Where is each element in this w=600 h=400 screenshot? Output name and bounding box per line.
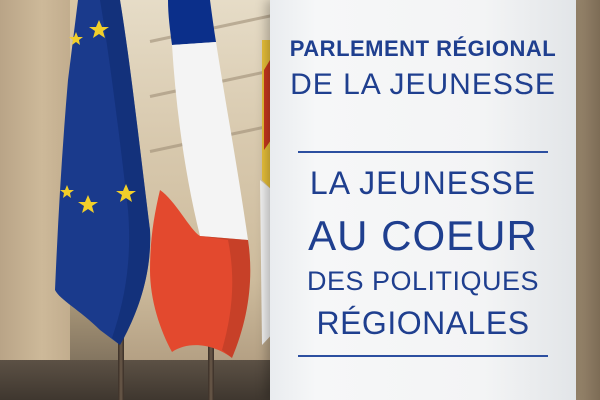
- banner-slogan-line1: LA JEUNESSE: [309, 165, 537, 201]
- france-flag-white: [172, 42, 248, 240]
- france-flag: [150, 0, 251, 358]
- banner-header-line1: PARLEMENT RÉGIONAL: [289, 36, 557, 61]
- banner-divider-bottom: [298, 355, 548, 357]
- banner-slogan-line2: AU COEUR: [308, 212, 538, 259]
- photo-scene: PARLEMENT RÉGIONAL DE LA JEUNESSE LA JEU…: [0, 0, 600, 400]
- banner-divider-top: [298, 151, 548, 153]
- banner-slogan-line3: DES POLITIQUES: [306, 266, 540, 296]
- france-flag-blue: [168, 0, 216, 45]
- banner-header-line2: DE LA JEUNESSE: [290, 68, 556, 101]
- banner-slogan-line4: RÉGIONALES: [316, 305, 530, 341]
- rollup-banner: PARLEMENT RÉGIONAL DE LA JEUNESSE LA JEU…: [270, 0, 576, 400]
- eu-flag: [55, 0, 151, 345]
